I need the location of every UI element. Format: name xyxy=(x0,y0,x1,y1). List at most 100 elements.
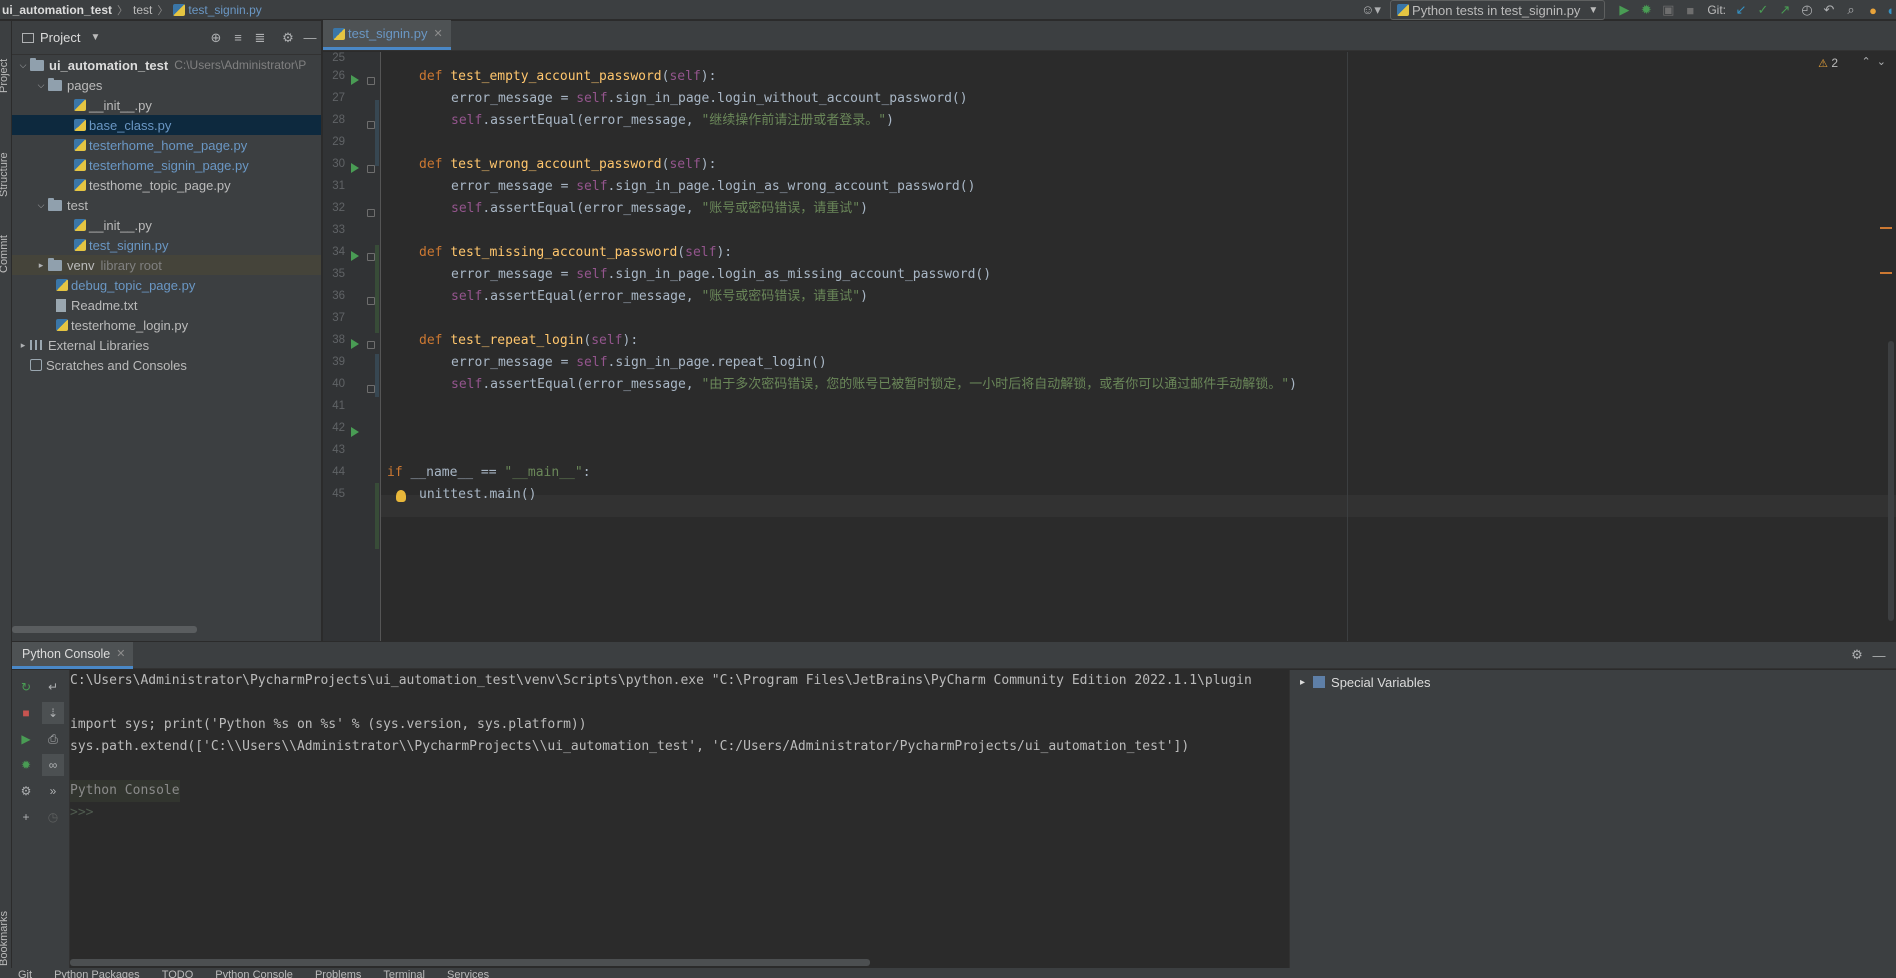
tab-test-signin[interactable]: test_signin.py ✕ xyxy=(323,20,451,50)
gear-icon[interactable]: ⚙ xyxy=(277,28,299,48)
run-icon[interactable]: ▶ xyxy=(1613,0,1635,20)
tree-item-external-libraries[interactable]: ▸ External Libraries xyxy=(12,335,321,355)
tree-item-file[interactable]: testerhome_home_page.py xyxy=(12,135,321,155)
tree-item-file[interactable]: testerhome_login.py xyxy=(12,315,321,335)
vertical-scrollbar[interactable] xyxy=(1888,341,1894,621)
scroll-to-end-icon[interactable]: ⇣ xyxy=(42,702,64,724)
clock-icon[interactable]: ◷ xyxy=(42,806,64,828)
chevron-right-icon[interactable]: ▸ xyxy=(1300,677,1305,688)
project-tool-tab[interactable]: Project xyxy=(0,59,10,93)
tab-terminal[interactable]: Terminal xyxy=(383,969,425,978)
history-icon[interactable]: ◴ xyxy=(1796,0,1818,20)
code-function-name: test_wrong_account_password xyxy=(450,157,662,172)
run-test-icon[interactable] xyxy=(351,75,359,85)
breadcrumb-folder[interactable]: test xyxy=(133,3,152,17)
execute-icon[interactable]: ▶ xyxy=(15,728,37,750)
debug-icon[interactable]: ✹ xyxy=(15,754,37,776)
collapse-all-icon[interactable]: ≣ xyxy=(249,28,271,48)
fold-icon[interactable] xyxy=(367,385,375,393)
stop-icon[interactable]: ■ xyxy=(1679,0,1701,20)
horizontal-scrollbar[interactable] xyxy=(12,626,197,633)
code-area[interactable]: def test_empty_account_password(self): e… xyxy=(387,52,1876,641)
hide-icon[interactable]: — xyxy=(299,28,321,48)
tab-services[interactable]: Services xyxy=(447,969,489,978)
tree-item-root[interactable]: ⌵ ui_automation_test C:\Users\Administra… xyxy=(12,55,321,75)
tree-item-venv[interactable]: ▸ venv library root xyxy=(12,255,321,275)
tab-todo[interactable]: TODO xyxy=(162,969,194,978)
structure-tool-tab[interactable]: Structure xyxy=(0,152,10,197)
tree-item-file[interactable]: __init__.py xyxy=(12,95,321,115)
chevron-right-icon[interactable]: ▸ xyxy=(16,340,30,351)
error-stripe-mark[interactable] xyxy=(1880,272,1892,274)
close-icon[interactable]: ✕ xyxy=(116,647,125,660)
tab-python-console[interactable]: Python Console ✕ xyxy=(12,641,134,669)
run-test-icon[interactable] xyxy=(351,339,359,349)
run-test-icon[interactable] xyxy=(351,427,359,437)
settings-icon[interactable]: ⚙ xyxy=(15,780,37,802)
updates-icon[interactable]: ● xyxy=(1862,0,1884,20)
tab-python-console-bottom[interactable]: Python Console xyxy=(215,969,293,978)
breadcrumb-file[interactable]: test_signin.py xyxy=(188,3,261,17)
close-icon[interactable]: ✕ xyxy=(434,27,443,40)
ide-logo-icon[interactable]: ◖ xyxy=(1884,0,1896,20)
history-icon[interactable]: » xyxy=(42,780,64,802)
hide-icon[interactable]: — xyxy=(1868,645,1890,665)
tree-item-file[interactable]: debug_topic_page.py xyxy=(12,275,321,295)
fold-icon[interactable] xyxy=(367,165,375,173)
run-test-icon[interactable] xyxy=(351,163,359,173)
rollback-icon[interactable]: ↶ xyxy=(1818,0,1840,20)
tab-git[interactable]: Git xyxy=(18,969,32,978)
git-commit-icon[interactable]: ✓ xyxy=(1752,0,1774,20)
chevron-down-icon[interactable]: ▼ xyxy=(90,32,100,43)
fold-icon[interactable] xyxy=(367,77,375,85)
gear-icon[interactable]: ⚙ xyxy=(1846,645,1868,665)
tree-item-file[interactable]: testhome_topic_page.py xyxy=(12,175,321,195)
tree-item-file-selected[interactable]: base_class.py xyxy=(12,115,321,135)
expand-all-icon[interactable]: ≡ xyxy=(227,28,249,48)
show-variables-icon[interactable]: ∞ xyxy=(42,754,64,776)
project-panel-title[interactable]: Project xyxy=(40,30,80,45)
tree-item-file[interactable]: Readme.txt xyxy=(12,295,321,315)
chevron-down-icon[interactable]: ⌵ xyxy=(34,200,48,211)
special-variables-row[interactable]: ▸ Special Variables xyxy=(1290,670,1896,694)
run-test-icon[interactable] xyxy=(351,251,359,261)
breadcrumb-project[interactable]: ui_automation_test xyxy=(2,3,112,17)
tree-item-file[interactable]: testerhome_signin_page.py xyxy=(12,155,321,175)
new-console-icon[interactable]: + xyxy=(15,806,37,828)
code-text: error_message = xyxy=(451,179,577,194)
fold-icon[interactable] xyxy=(367,209,375,217)
soft-wrap-icon[interactable]: ↵ xyxy=(42,676,64,698)
lightbulb-icon[interactable] xyxy=(396,490,406,502)
coverage-icon[interactable]: ▣ xyxy=(1657,0,1679,20)
console-output[interactable]: C:\Users\Administrator\PycharmProjects\u… xyxy=(70,670,1288,968)
git-update-icon[interactable]: ↙ xyxy=(1730,0,1752,20)
console-prompt[interactable]: >>> xyxy=(70,802,93,824)
user-icon[interactable]: ☺▾ xyxy=(1360,0,1382,20)
chevron-down-icon[interactable]: ⌵ xyxy=(16,60,30,71)
error-stripe-mark[interactable] xyxy=(1880,227,1892,229)
stop-icon[interactable]: ■ xyxy=(15,702,37,724)
tree-item-test[interactable]: ⌵ test xyxy=(12,195,321,215)
rerun-icon[interactable]: ↻ xyxy=(15,676,37,698)
tree-item-file[interactable]: test_signin.py xyxy=(12,235,321,255)
commit-tool-tab[interactable]: Commit xyxy=(0,235,10,273)
fold-icon[interactable] xyxy=(367,297,375,305)
fold-icon[interactable] xyxy=(367,341,375,349)
bookmarks-tool-tab[interactable]: Bookmarks xyxy=(0,911,10,966)
console-horizontal-scrollbar[interactable] xyxy=(70,959,870,966)
print-icon[interactable]: ⎙ xyxy=(42,728,64,750)
tree-item-file[interactable]: __init__.py xyxy=(12,215,321,235)
fold-icon[interactable] xyxy=(367,253,375,261)
git-push-icon[interactable]: ↗ xyxy=(1774,0,1796,20)
tab-problems[interactable]: Problems xyxy=(315,969,361,978)
debug-icon[interactable]: ✹ xyxy=(1635,0,1657,20)
tab-python-packages[interactable]: Python Packages xyxy=(54,969,140,978)
run-configuration-select[interactable]: Python tests in test_signin.py ▼ xyxy=(1390,0,1606,20)
tree-item-scratches[interactable]: Scratches and Consoles xyxy=(12,355,321,375)
chevron-down-icon[interactable]: ⌵ xyxy=(34,80,48,91)
fold-icon[interactable] xyxy=(367,121,375,129)
tree-item-pages[interactable]: ⌵ pages xyxy=(12,75,321,95)
search-icon[interactable]: ⌕ xyxy=(1840,0,1862,20)
chevron-right-icon[interactable]: ▸ xyxy=(34,260,48,271)
locate-icon[interactable]: ⊕ xyxy=(205,28,227,48)
